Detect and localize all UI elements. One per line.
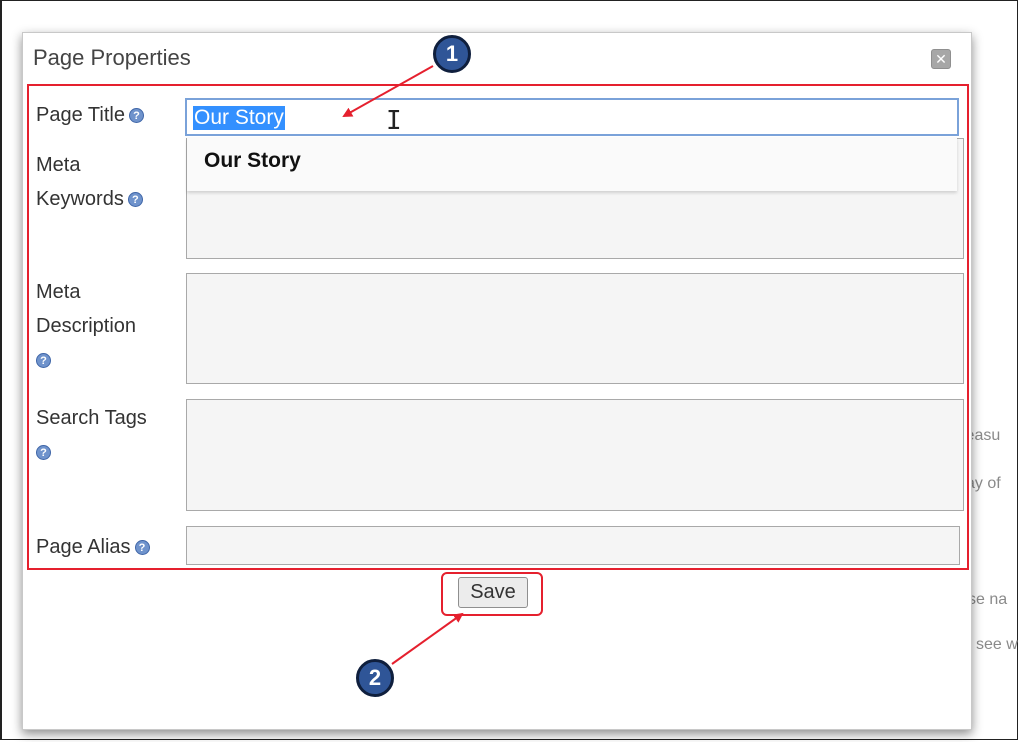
annotation-arrows bbox=[342, 65, 464, 665]
callout-2: 2 bbox=[356, 659, 394, 697]
callout-1: 1 bbox=[433, 35, 471, 73]
arrow-to-save bbox=[391, 612, 464, 665]
arrow-to-page-title bbox=[342, 65, 434, 117]
